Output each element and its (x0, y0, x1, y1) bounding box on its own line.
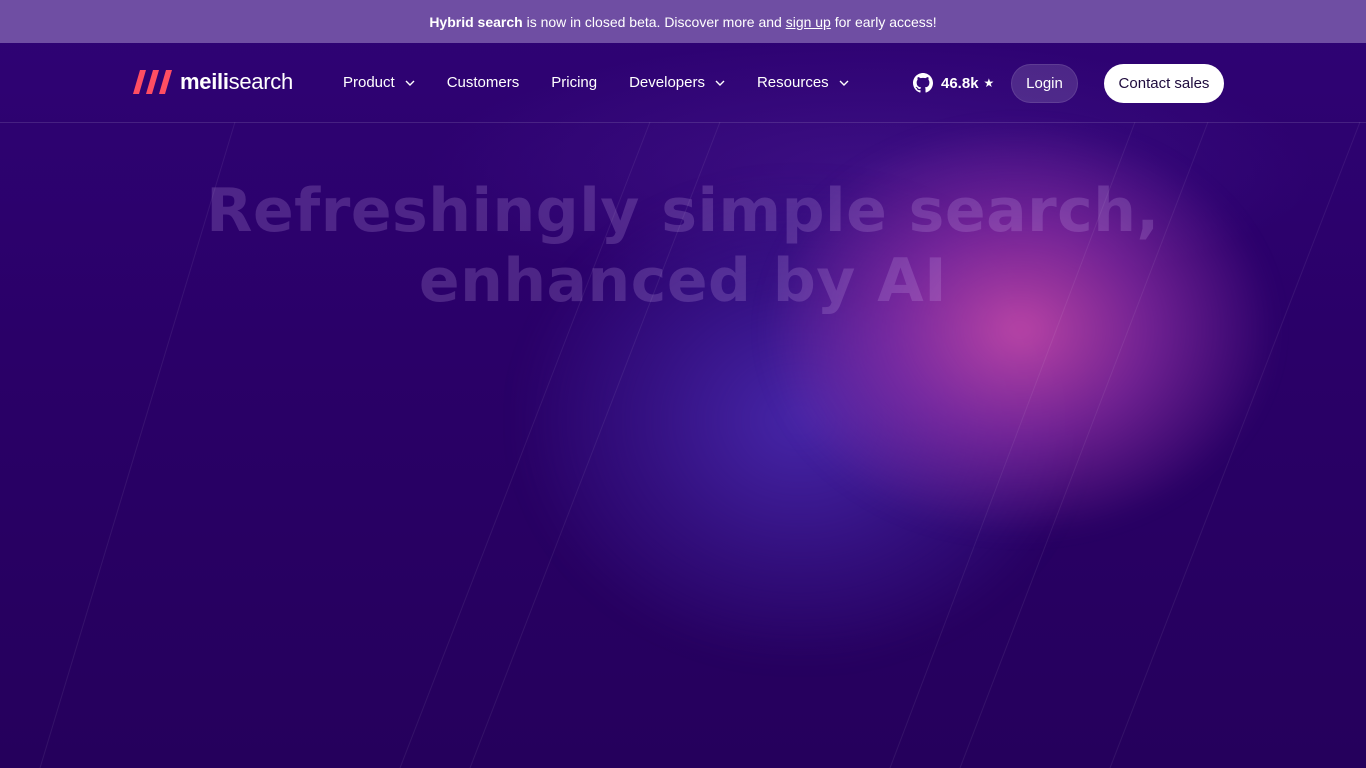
nav-item-customers[interactable]: Customers (447, 74, 520, 91)
top-navigation: meilisearch Product Customers Pricing De… (0, 43, 1366, 123)
github-stars-link[interactable]: 46.8k ★ (913, 73, 994, 93)
banner-text-end: for early access! (830, 13, 937, 30)
hero-title-line-2: enhanced by AI (418, 246, 948, 316)
login-button[interactable]: Login (1011, 64, 1078, 103)
nav-item-product[interactable]: Product (343, 74, 415, 91)
nav-item-pricing[interactable]: Pricing (551, 74, 597, 91)
announcement-banner: Hybrid search is now in closed beta. Dis… (0, 0, 1366, 43)
chevron-down-icon (839, 80, 849, 86)
nav-item-label: Customers (446, 74, 520, 91)
nav-item-label: Developers (629, 74, 705, 91)
nav-item-label: Pricing (551, 74, 598, 91)
contact-sales-button[interactable]: Contact sales (1104, 64, 1224, 103)
nav-item-resources[interactable]: Resources (757, 74, 849, 91)
star-icon: ★ (983, 76, 995, 90)
banner-text: is now in closed beta. Discover more and (522, 13, 786, 30)
github-icon (913, 73, 933, 93)
brand-name-bold: meili (180, 69, 229, 94)
meilisearch-logo-icon (133, 70, 172, 94)
nav-item-label: Resources (756, 74, 829, 91)
github-star-count: 46.8k (941, 74, 979, 92)
meilisearch-logo[interactable]: meilisearch (133, 69, 293, 95)
brand-name-regular: search (228, 69, 294, 94)
signup-link[interactable]: sign up (786, 14, 831, 30)
hero-title: Refreshingly simple search, enhanced by … (183, 176, 1183, 316)
nav-item-developers[interactable]: Developers (629, 74, 725, 91)
banner-highlight: Hybrid search (429, 13, 523, 30)
chevron-down-icon (405, 80, 415, 86)
hero-title-line-1: Refreshingly simple search, (206, 176, 1160, 246)
page: Hybrid search is now in closed beta. Dis… (0, 0, 1366, 768)
nav-links: Product Customers Pricing Developers Res… (343, 43, 881, 122)
brand-name: meilisearch (180, 69, 293, 95)
chevron-down-icon (715, 80, 725, 86)
nav-item-label: Product (343, 74, 395, 91)
